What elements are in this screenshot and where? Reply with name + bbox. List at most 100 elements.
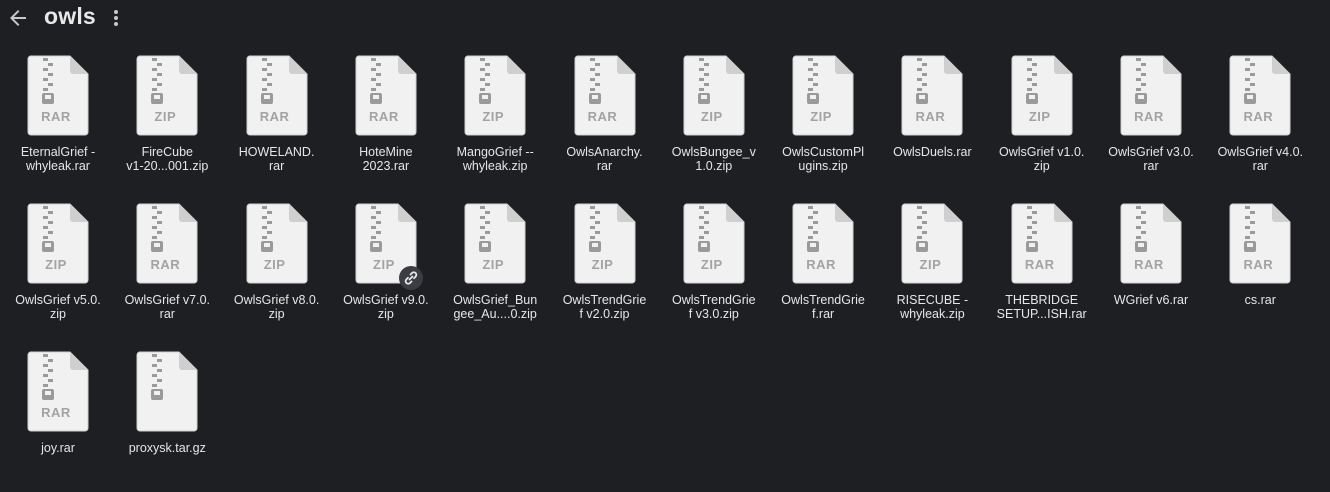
file-item[interactable]: ZIP OwlsBungee_v 1.0.zip	[660, 48, 760, 188]
file-type-label: ZIP	[700, 109, 723, 124]
file-thumbnail: ZIP	[354, 202, 423, 290]
file-type-label: RAR	[41, 405, 71, 420]
file-type-label: RAR	[1024, 257, 1055, 272]
file-thumbnail: RAR	[1228, 54, 1292, 136]
file-item[interactable]: ZIP OwlsGrief v8.0. zip	[223, 196, 323, 336]
file-item[interactable]: RAR OwlsGrief v3.0. rar	[1097, 48, 1197, 188]
file-name: OwlsTrendGrie f v3.0.zip	[672, 293, 756, 321]
file-item[interactable]: RAR OwlsAnarchy. rar	[551, 48, 651, 188]
folder-title: owls	[44, 3, 96, 29]
file-item[interactable]: ZIP OwlsGrief v9.0. zip	[332, 196, 432, 336]
file-name: EternalGrief - whyleak.rar	[20, 145, 96, 173]
file-name: cs.rar	[1244, 293, 1276, 307]
file-grid: RAR EternalGrief - whyleak.rar ZIP FireCub…	[4, 48, 1324, 492]
file-thumbnail: RAR	[26, 54, 90, 136]
file-thumbnail: ZIP	[682, 202, 746, 284]
file-thumbnail: RAR	[573, 54, 637, 136]
file-item[interactable]: ZIP OwlsTrendGrie f v3.0.zip	[660, 196, 760, 336]
file-type-label: ZIP	[482, 109, 505, 124]
file-item[interactable]: RAR OwlsTrendGrie f.rar	[769, 196, 869, 336]
file-type-label: ZIP	[45, 257, 67, 272]
file-name: proxysk.tar.gz	[128, 441, 206, 455]
file-name: OwlsGrief v5.0. zip	[15, 293, 101, 321]
file-name: WGrief v6.rar	[1113, 293, 1189, 307]
file-name: OwlsGrief v1.0. zip	[998, 145, 1085, 173]
file-type-label: ZIP	[700, 257, 723, 272]
file-type-label: ZIP	[154, 109, 177, 124]
file-type-label: ZIP	[591, 257, 614, 272]
file-item[interactable]: RAR THEBRIDGE SETUP...ISH.rar	[988, 196, 1088, 336]
file-name: OwlsGrief v8.0. zip	[233, 293, 320, 321]
file-type-label: RAR	[41, 109, 71, 124]
file-thumbnail: RAR	[354, 54, 418, 136]
file-item[interactable]: proxysk.tar.gz	[113, 344, 213, 484]
file-thumbnail: ZIP	[135, 54, 199, 136]
file-name: OwlsGrief_Bun gee_Au....0.zip	[453, 293, 538, 321]
file-thumbnail: ZIP	[791, 54, 855, 136]
file-item[interactable]: RAR cs.rar	[1206, 196, 1306, 336]
file-item[interactable]: RAR WGrief v6.rar	[1097, 196, 1197, 336]
file-name: OwlsGrief v9.0. zip	[343, 293, 429, 321]
arrow-left-icon	[10, 10, 26, 26]
file-thumbnail: RAR	[1119, 202, 1183, 284]
file-row: ZIP OwlsGrief v5.0. zip RAR OwlsGrief v7.0…	[4, 196, 1324, 344]
file-item[interactable]: RAR HOWELAND. rar	[223, 48, 323, 188]
file-thumbnail: ZIP	[573, 202, 637, 284]
file-name: HOWELAND. rar	[238, 145, 315, 173]
file-name: OwlsGrief v3.0. rar	[1108, 145, 1194, 173]
file-item[interactable]: RAR OwlsGrief v4.0. rar	[1206, 48, 1306, 188]
file-type-label: ZIP	[1028, 109, 1051, 124]
file-type-label: ZIP	[810, 109, 832, 124]
file-thumbnail: RAR	[1119, 54, 1183, 136]
file-name: OwlsTrendGrie f v2.0.zip	[562, 293, 647, 321]
file-thumbnail: ZIP	[463, 54, 527, 136]
file-type-label: RAR	[1243, 257, 1274, 272]
file-name: joy.rar	[41, 441, 75, 455]
more-vertical-icon	[114, 10, 118, 26]
file-item[interactable]: RAR joy.rar	[4, 344, 104, 484]
file-name: MangoGrief -- whyleak.zip	[456, 145, 534, 173]
file-type-label: ZIP	[482, 257, 505, 272]
file-item[interactable]: RAR OwlsGrief v7.0. rar	[113, 196, 213, 336]
file-item[interactable]: ZIP OwlsCustomPl ugins.zip	[769, 48, 869, 188]
file-thumbnail: RAR	[1010, 202, 1074, 284]
file-thumbnail: ZIP	[682, 54, 746, 136]
back-button[interactable]	[6, 6, 30, 30]
file-type-label: ZIP	[263, 257, 286, 272]
file-item[interactable]: RAR OwlsDuels.rar	[878, 48, 978, 188]
file-thumbnail: RAR	[135, 202, 199, 284]
file-thumbnail: RAR	[1228, 202, 1292, 284]
toolbar: owls	[0, 0, 1330, 36]
file-type-label: RAR	[259, 109, 290, 124]
file-name: OwlsCustomPl ugins.zip	[782, 145, 865, 173]
file-type-label: RAR	[1134, 257, 1164, 272]
file-item[interactable]: RAR HoteMine 2023.rar	[332, 48, 432, 188]
file-name: OwlsDuels.rar	[893, 145, 972, 159]
file-type-label: ZIP	[919, 257, 942, 272]
file-name: OwlsGrief v4.0. rar	[1217, 145, 1304, 173]
file-item[interactable]: ZIP OwlsGrief_Bun gee_Au....0.zip	[441, 196, 541, 336]
file-thumbnail	[135, 350, 199, 432]
link-icon	[404, 271, 418, 285]
file-name: THEBRIDGE SETUP...ISH.rar	[996, 293, 1087, 321]
file-name: FireCube v1-20...001.zip	[126, 145, 209, 173]
file-thumbnail: ZIP	[1010, 54, 1074, 136]
file-thumbnail: RAR	[26, 350, 90, 432]
file-item[interactable]: ZIP OwlsGrief v5.0. zip	[4, 196, 104, 336]
file-name: HoteMine 2023.rar	[359, 145, 413, 173]
file-item[interactable]: RAR EternalGrief - whyleak.rar	[4, 48, 104, 188]
file-item[interactable]: ZIP OwlsGrief v1.0. zip	[988, 48, 1088, 188]
file-item[interactable]: ZIP FireCube v1-20...001.zip	[113, 48, 213, 188]
file-type-label: RAR	[806, 257, 836, 272]
file-name: OwlsAnarchy. rar	[566, 145, 643, 173]
file-type-label: RAR	[369, 109, 399, 124]
file-type-label: RAR	[1134, 109, 1164, 124]
more-options-button[interactable]	[106, 6, 126, 30]
file-thumbnail: RAR	[791, 202, 855, 284]
file-item[interactable]: ZIP OwlsTrendGrie f v2.0.zip	[551, 196, 651, 336]
file-thumbnail: RAR	[900, 54, 964, 136]
file-row: RAR joy.rar proxysk.tar.gz	[4, 344, 1324, 492]
shared-link-badge	[398, 266, 423, 290]
file-item[interactable]: ZIP RISECUBE - whyleak.zip	[878, 196, 978, 336]
file-item[interactable]: ZIP MangoGrief -- whyleak.zip	[441, 48, 541, 188]
